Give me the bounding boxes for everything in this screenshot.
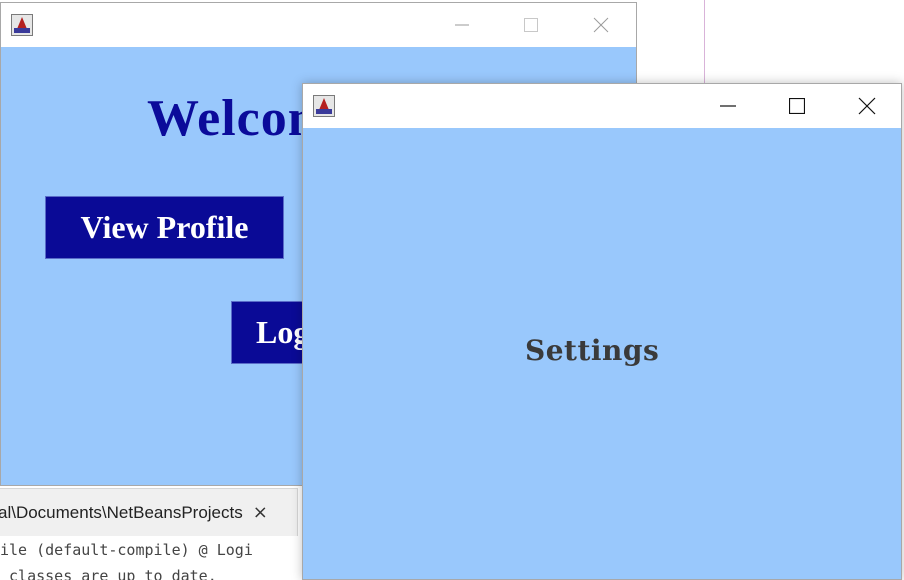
close-button[interactable] — [578, 3, 624, 47]
minimize-icon — [455, 24, 469, 26]
close-icon[interactable]: × — [253, 502, 268, 523]
java-app-icon[interactable] — [11, 14, 33, 36]
console-line: classes are up to date. — [0, 567, 217, 580]
console-line: ile (default-compile) @ Logi — [0, 541, 253, 559]
settings-window: Settings — [302, 83, 902, 580]
maximize-icon — [524, 18, 538, 32]
maximize-button[interactable] — [508, 3, 554, 47]
java-app-icon[interactable] — [313, 95, 335, 117]
close-icon — [593, 17, 609, 33]
settings-label: Settings — [525, 334, 660, 367]
minimize-button[interactable] — [439, 3, 485, 47]
close-button[interactable] — [844, 84, 890, 128]
view-profile-button[interactable]: View Profile — [45, 196, 284, 259]
ide-tab-label: al\Documents\NetBeansProjects — [0, 502, 243, 522]
close-icon — [858, 97, 876, 115]
maximize-icon — [789, 98, 805, 114]
ide-editor-tab[interactable]: al\Documents\NetBeansProjects × — [0, 488, 298, 536]
settings-window-titlebar[interactable] — [303, 84, 901, 128]
main-window-titlebar[interactable] — [1, 3, 636, 47]
maximize-button[interactable] — [774, 84, 820, 128]
minimize-button[interactable] — [705, 84, 751, 128]
minimize-icon — [720, 105, 736, 107]
ide-output-console: ile (default-compile) @ Logi classes are… — [0, 537, 304, 580]
ide-right-pane-border — [704, 0, 707, 85]
